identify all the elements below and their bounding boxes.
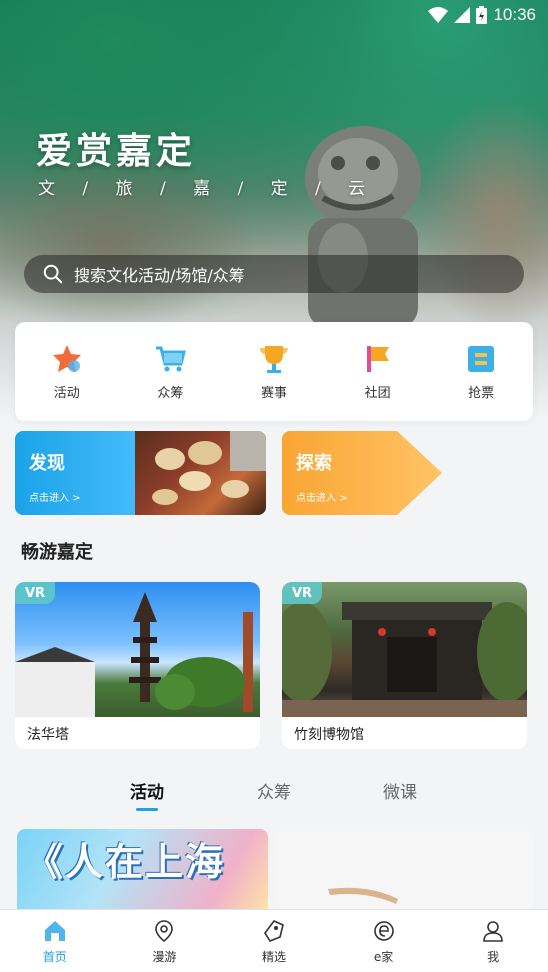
quick-item-label: 抢票	[468, 386, 495, 401]
stone-lion-image	[305, 126, 421, 328]
activity-title: 《人在上海	[25, 839, 226, 884]
nav-label: e家	[373, 950, 394, 964]
cart-icon	[156, 346, 187, 372]
search-bar[interactable]: 搜索文化活动/场馆/众筹	[24, 255, 524, 293]
trophy-icon	[259, 346, 288, 373]
explore-title: 探索	[296, 453, 332, 474]
activity-card-2[interactable]	[278, 829, 533, 909]
tab-microclass[interactable]: 微课	[383, 778, 417, 803]
nav-label: 我	[487, 950, 500, 964]
place-card-fahua-pagoda[interactable]: VR 法华塔	[15, 582, 260, 749]
search-placeholder: 搜索文化活动/场馆/众筹	[74, 266, 245, 285]
ticket-icon	[468, 346, 495, 372]
nav-featured[interactable]: 精选	[219, 910, 329, 972]
home-icon	[44, 921, 65, 941]
discover-title: 发现	[29, 453, 65, 474]
quick-menu: 活动 众筹 赛事 社团 抢票	[15, 322, 533, 421]
place-name: 法华塔	[27, 727, 69, 743]
place-image	[282, 582, 527, 717]
place-card-bamboo-museum[interactable]: VR 竹刻博物馆	[282, 582, 527, 749]
quick-item-crowdfund[interactable]: 众筹	[125, 342, 215, 401]
hero-subtitle: 文 / 旅 / 嘉 / 定 / 云	[38, 179, 377, 199]
star-icon	[52, 345, 81, 372]
discover-sub: 点击进入 >	[29, 493, 81, 504]
explore-card[interactable]: 探索 点击进入 >	[282, 431, 442, 515]
quick-item-club[interactable]: 社团	[333, 342, 423, 401]
vr-badge: VR	[282, 582, 322, 604]
wifi-icon	[428, 7, 449, 23]
content-tabs: 活动 众筹 微课	[0, 778, 548, 814]
explore-sub: 点击进入 >	[296, 493, 348, 504]
tag-icon	[264, 920, 284, 942]
signal-icon	[454, 7, 471, 23]
bottom-nav: 首页 漫游 精选 e家 我	[0, 909, 548, 972]
hero-title: 爱赏嘉定	[36, 130, 197, 172]
tab-crowdfund[interactable]: 众筹	[257, 778, 291, 803]
place-image	[15, 582, 260, 717]
quick-item-activity[interactable]: 活动	[22, 342, 112, 401]
nav-home[interactable]: 首页	[0, 910, 110, 972]
nav-label: 首页	[42, 950, 67, 964]
quick-item-ticket[interactable]: 抢票	[436, 342, 526, 401]
discover-card[interactable]: 发现 点击进入 >	[15, 431, 266, 515]
battery-icon	[476, 6, 488, 24]
place-name: 竹刻博物馆	[294, 727, 364, 743]
flag-icon	[366, 346, 389, 372]
search-icon	[43, 264, 63, 284]
section-title: 畅游嘉定	[21, 542, 93, 563]
status-time: 10:36	[493, 5, 536, 24]
tab-underline	[136, 808, 158, 811]
location-icon	[155, 920, 174, 943]
activity-image	[328, 887, 398, 904]
tab-activity[interactable]: 活动	[130, 778, 164, 803]
nav-roam[interactable]: 漫游	[110, 910, 220, 972]
nav-ehome[interactable]: e家	[329, 910, 439, 972]
quick-item-label: 赛事	[260, 386, 287, 401]
status-bar: 10:36	[0, 0, 548, 30]
hero-stone-blur-right	[420, 95, 548, 335]
drums-image	[135, 431, 266, 515]
user-icon	[483, 921, 503, 942]
quick-item-label: 众筹	[157, 386, 184, 401]
nav-me[interactable]: 我	[438, 910, 548, 972]
quick-item-label: 活动	[53, 386, 80, 401]
activity-card[interactable]: 《人在上海	[17, 829, 268, 909]
nav-label: 漫游	[152, 950, 177, 964]
quick-item-label: 社团	[364, 386, 391, 401]
vr-badge: VR	[15, 582, 55, 604]
e-home-icon	[373, 921, 394, 941]
nav-label: 精选	[261, 950, 286, 964]
quick-item-competition[interactable]: 赛事	[229, 342, 319, 401]
